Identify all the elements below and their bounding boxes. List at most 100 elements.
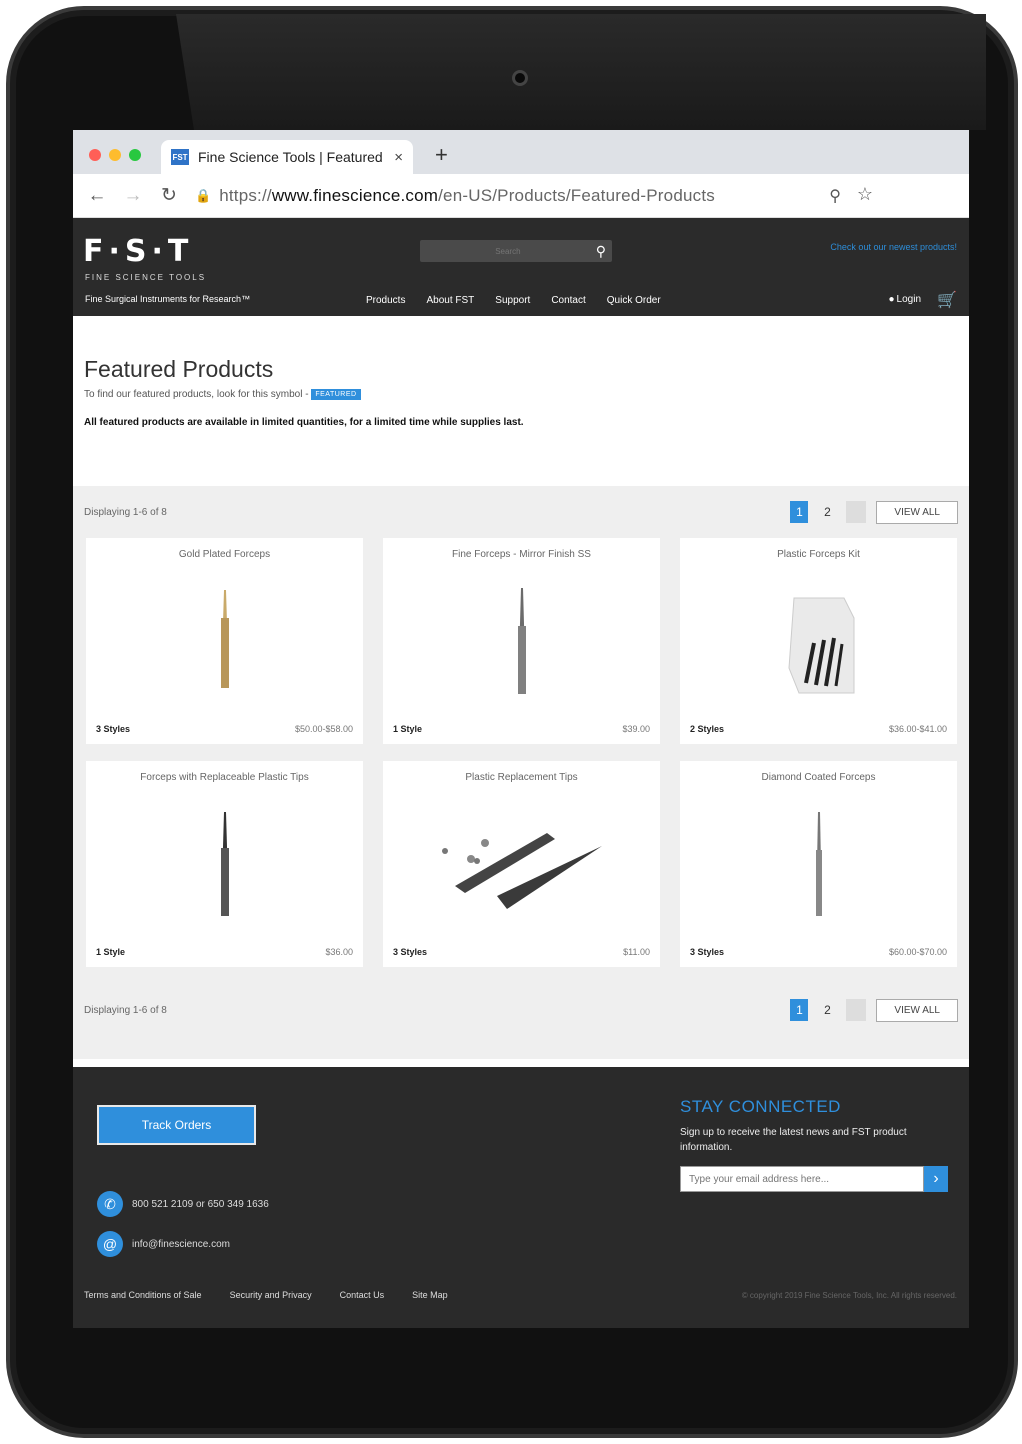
paging-bottom: Displaying 1-6 of 8 1 2 VIEW ALL bbox=[84, 984, 958, 1036]
phone-text: 800 521 2109 or 650 349 1636 bbox=[132, 1198, 269, 1210]
nav-about[interactable]: About FST bbox=[426, 295, 474, 306]
forward-arrow-icon[interactable]: → bbox=[119, 185, 147, 207]
logo-subtitle: FINE SCIENCE TOOLS bbox=[85, 273, 207, 282]
browser-screen: FST Fine Science Tools | Featured × + ← … bbox=[73, 130, 969, 1328]
next-page-button[interactable] bbox=[846, 999, 867, 1021]
newsletter-form: › bbox=[680, 1166, 948, 1192]
product-image-dark-forceps[interactable] bbox=[86, 801, 363, 931]
tab-close-icon[interactable]: × bbox=[394, 149, 403, 166]
search-icon[interactable]: ⚲ bbox=[596, 243, 606, 260]
product-styles: 1 Style bbox=[96, 947, 126, 957]
product-name[interactable]: Fine Forceps - Mirror Finish SS bbox=[383, 538, 660, 560]
paging-text: Displaying 1-6 of 8 bbox=[84, 506, 167, 518]
product-name[interactable]: Plastic Forceps Kit bbox=[680, 538, 957, 560]
user-icon: ● bbox=[888, 294, 895, 305]
pager: 1 2 VIEW ALL bbox=[790, 998, 958, 1022]
phone-icon: ✆ bbox=[97, 1191, 123, 1217]
lock-icon[interactable]: 🔒 bbox=[195, 188, 211, 204]
address-bar: ← → ↻ 🔒 https://www.finescience.com/en-U… bbox=[73, 174, 969, 218]
intro-description: To find our featured products, look for … bbox=[84, 389, 958, 400]
product-name[interactable]: Forceps with Replaceable Plastic Tips bbox=[86, 761, 363, 783]
footer-link-privacy[interactable]: Security and Privacy bbox=[230, 1290, 312, 1300]
product-name[interactable]: Diamond Coated Forceps bbox=[680, 761, 957, 783]
intro-description-text: To find our featured products, look for … bbox=[84, 389, 309, 401]
footer-link-sitemap[interactable]: Site Map bbox=[412, 1290, 448, 1300]
product-styles: 3 Styles bbox=[393, 947, 428, 957]
next-page-button[interactable] bbox=[846, 501, 867, 523]
intro-note: All featured products are available in l… bbox=[84, 417, 524, 429]
track-orders-button[interactable]: Track Orders bbox=[97, 1105, 256, 1145]
product-styles: 3 Styles bbox=[690, 947, 725, 957]
search-box: ⚲ bbox=[420, 240, 612, 262]
email-row: @ info@finescience.com bbox=[97, 1231, 230, 1257]
intro-section: Featured Products To find our featured p… bbox=[73, 316, 969, 486]
page-2-button[interactable]: 2 bbox=[818, 501, 836, 523]
product-price: $36.00-$41.00 bbox=[888, 724, 947, 734]
view-all-button[interactable]: VIEW ALL bbox=[876, 998, 958, 1022]
nav-quick-order[interactable]: Quick Order bbox=[607, 295, 661, 306]
copyright: © copyright 2019 Fine Science Tools, Inc… bbox=[741, 1291, 957, 1300]
cart-icon[interactable]: 🛒 bbox=[937, 290, 957, 310]
nav-support[interactable]: Support bbox=[495, 295, 530, 306]
tagline: Fine Surgical Instruments for Research™ bbox=[85, 294, 251, 304]
product-image-gold-forceps[interactable] bbox=[86, 578, 363, 708]
back-arrow-icon[interactable]: ← bbox=[83, 185, 111, 207]
url-path: /en-US/Products/Featured-Products bbox=[438, 185, 715, 205]
camera-icon bbox=[512, 70, 528, 86]
product-name[interactable]: Gold Plated Forceps bbox=[86, 538, 363, 560]
product-image-diamond-forceps[interactable] bbox=[680, 801, 957, 931]
product-card[interactable]: Diamond Coated Forceps 3 Styles $60.00-$… bbox=[680, 761, 957, 967]
product-price: $36.00 bbox=[325, 947, 353, 957]
minimize-window-button[interactable] bbox=[109, 149, 121, 161]
view-all-button[interactable]: VIEW ALL bbox=[876, 500, 958, 524]
bookmark-star-icon[interactable]: ☆ bbox=[857, 184, 873, 205]
url-field[interactable]: https://www.finescience.com/en-US/Produc… bbox=[219, 186, 715, 206]
stay-connected-description: Sign up to receive the latest news and F… bbox=[680, 1127, 907, 1153]
paging-text: Displaying 1-6 of 8 bbox=[84, 1004, 167, 1016]
product-card[interactable]: Gold Plated Forceps 3 Styles $50.00-$58.… bbox=[86, 538, 363, 744]
url-scheme: https:// bbox=[219, 185, 272, 205]
product-styles: 2 Styles bbox=[690, 724, 725, 734]
product-card[interactable]: Plastic Forceps Kit 2 Styles $36.00-$41.… bbox=[680, 538, 957, 744]
paging-top: Displaying 1-6 of 8 1 2 VIEW ALL bbox=[84, 486, 958, 538]
product-styles: 1 Style bbox=[393, 724, 423, 734]
page-1-button[interactable]: 1 bbox=[790, 501, 809, 523]
pager: 1 2 VIEW ALL bbox=[790, 500, 958, 524]
promo-link[interactable]: Check out our newest products! bbox=[830, 242, 957, 252]
chevron-right-icon[interactable]: › bbox=[924, 1166, 948, 1192]
email-link[interactable]: info@finescience.com bbox=[132, 1239, 230, 1250]
nav-contact[interactable]: Contact bbox=[551, 295, 585, 306]
phone-row: ✆ 800 521 2109 or 650 349 1636 bbox=[97, 1191, 269, 1217]
product-image-steel-forceps[interactable] bbox=[383, 578, 660, 708]
at-icon: @ bbox=[97, 1231, 123, 1257]
close-window-button[interactable] bbox=[89, 149, 101, 161]
stay-connected-title: STAY CONNECTED bbox=[680, 1097, 841, 1116]
reload-icon[interactable]: ↻ bbox=[155, 184, 183, 207]
nav-products[interactable]: Products bbox=[366, 295, 405, 306]
product-card[interactable]: Fine Forceps - Mirror Finish SS 1 Style … bbox=[383, 538, 660, 744]
product-name[interactable]: Plastic Replacement Tips bbox=[383, 761, 660, 783]
login-link[interactable]: ● Login bbox=[888, 294, 921, 305]
fst-logo[interactable]: F·S·T bbox=[83, 234, 193, 269]
product-price: $39.00 bbox=[622, 724, 650, 734]
product-price: $50.00-$58.00 bbox=[294, 724, 353, 734]
maximize-window-button[interactable] bbox=[129, 149, 141, 161]
footer-link-terms[interactable]: Terms and Conditions of Sale bbox=[84, 1290, 202, 1300]
page-2-button[interactable]: 2 bbox=[818, 999, 836, 1021]
search-input[interactable] bbox=[420, 246, 596, 256]
browser-tab[interactable]: FST Fine Science Tools | Featured × bbox=[161, 140, 413, 174]
product-image-replacement-tips[interactable] bbox=[383, 801, 660, 931]
product-image-forceps-kit[interactable] bbox=[680, 578, 957, 708]
new-tab-button[interactable]: + bbox=[435, 142, 448, 168]
footer-link-contact[interactable]: Contact Us bbox=[340, 1290, 385, 1300]
product-grid: Gold Plated Forceps 3 Styles $50.00-$58.… bbox=[84, 538, 958, 967]
zoom-icon[interactable]: ⚲ bbox=[829, 186, 841, 206]
newsletter-email-input[interactable] bbox=[680, 1166, 924, 1192]
favicon-icon: FST bbox=[171, 149, 189, 165]
product-card[interactable]: Plastic Replacement Tips 3 Styles $11.00 bbox=[383, 761, 660, 967]
product-card[interactable]: Forceps with Replaceable Plastic Tips 1 … bbox=[86, 761, 363, 967]
login-label: Login bbox=[896, 294, 921, 305]
page-1-button[interactable]: 1 bbox=[790, 999, 809, 1021]
tab-bar: FST Fine Science Tools | Featured × + bbox=[73, 130, 969, 174]
product-price: $60.00-$70.00 bbox=[888, 947, 947, 957]
